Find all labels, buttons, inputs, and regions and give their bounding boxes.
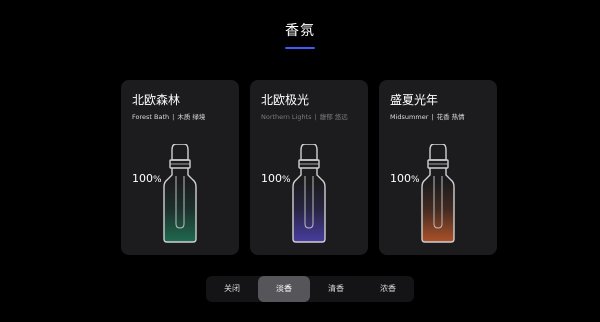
card-tags: 馥郁 悠远 — [319, 113, 348, 121]
mode-strong-button[interactable]: 浓香 — [362, 276, 414, 302]
card-english-name: Midsummer — [390, 113, 429, 121]
fragrance-card-northern-lights[interactable]: 北欧极光 Northern Lights | 馥郁 悠远 100% — [250, 80, 368, 255]
card-tags: 木质 绿境 — [177, 113, 206, 121]
card-subtitle: Midsummer | 花香 热情 — [390, 113, 486, 122]
fragrance-card-midsummer[interactable]: 盛夏光年 Midsummer | 花香 热情 100% — [379, 80, 497, 255]
bottle-liquid — [164, 182, 196, 242]
card-english-name: Northern Lights — [261, 113, 312, 121]
card-english-name: Forest Bath — [132, 113, 170, 121]
bottle-liquid — [293, 182, 325, 242]
fill-level: 100% — [132, 172, 162, 185]
fill-level-value: 100 — [390, 172, 411, 185]
bottle-liquid — [422, 182, 454, 242]
fragrance-card-forest[interactable]: 北欧森林 Forest Bath | 木质 绿境 100% — [121, 80, 239, 255]
card-subtitle: Forest Bath | 木质 绿境 — [132, 113, 228, 122]
fill-level-value: 100 — [132, 172, 153, 185]
fill-level: 100% — [390, 172, 420, 185]
dropper-bottle-icon — [421, 144, 455, 243]
card-separator: | — [314, 113, 317, 121]
fill-level: 100% — [261, 172, 291, 185]
intensity-selector: 关闭 淡香 清香 浓香 — [206, 276, 414, 302]
mode-off-button[interactable]: 关闭 — [206, 276, 258, 302]
card-separator: | — [431, 113, 434, 121]
card-name: 北欧森林 — [132, 93, 181, 107]
dropper-bottle-icon — [292, 144, 326, 243]
card-name: 北欧极光 — [261, 93, 310, 107]
dropper-bottle-icon — [163, 144, 197, 243]
card-tags: 花香 热情 — [436, 113, 465, 121]
card-separator: | — [172, 113, 175, 121]
fill-level-value: 100 — [261, 172, 282, 185]
page-header: 香氛 — [0, 20, 600, 49]
mode-fresh-button[interactable]: 清香 — [310, 276, 362, 302]
page-title: 香氛 — [285, 23, 315, 39]
title-underline — [285, 47, 315, 49]
card-subtitle: Northern Lights | 馥郁 悠远 — [261, 113, 357, 122]
mode-light-button[interactable]: 淡香 — [258, 276, 310, 302]
card-name: 盛夏光年 — [390, 93, 439, 107]
